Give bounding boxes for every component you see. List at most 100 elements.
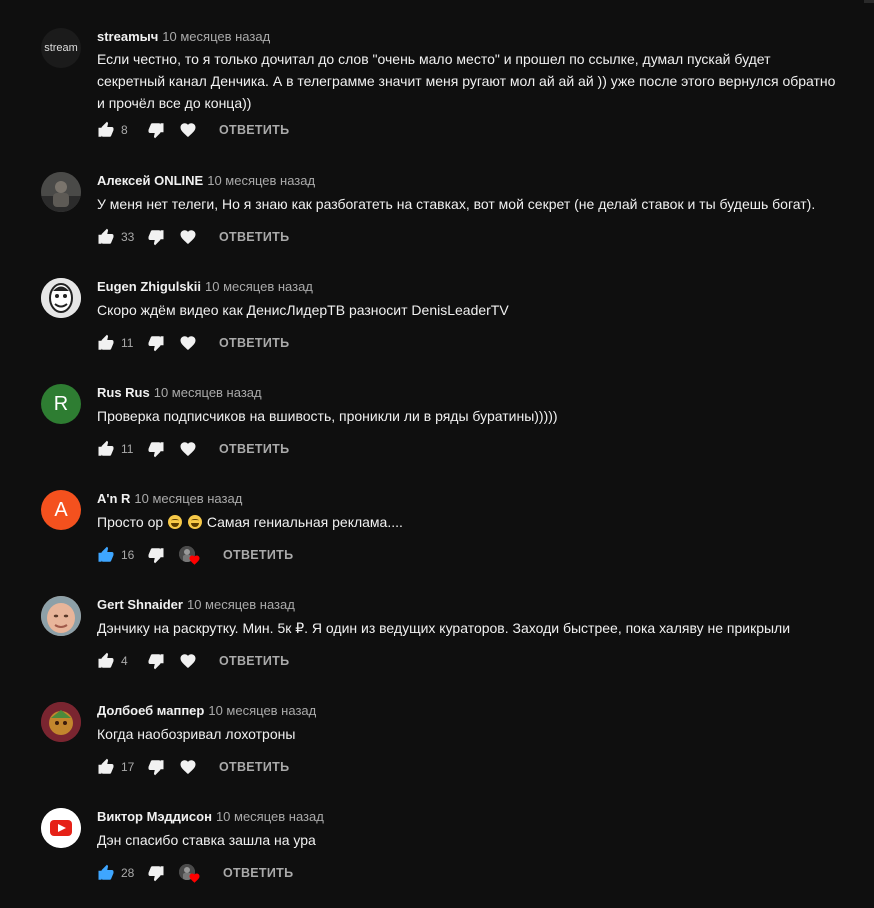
comment-text: Если честно, то я только дочитал до слов… [97, 51, 836, 111]
author-name[interactable]: Алексей ONLINE [97, 173, 203, 188]
red-heart-icon [189, 873, 200, 883]
author-name[interactable]: Rus Rus [97, 385, 150, 400]
avatar[interactable]: R [41, 384, 81, 424]
heart-icon[interactable] [179, 440, 197, 458]
avatar-photo [41, 596, 81, 636]
author-name[interactable]: streamыч [97, 29, 158, 44]
comment-time[interactable]: 10 месяцев назад [162, 29, 270, 44]
like-icon[interactable] [97, 121, 115, 139]
like-count: 28 [121, 866, 135, 880]
avatar-photo [41, 172, 81, 212]
avatar[interactable] [41, 172, 81, 212]
top-edge [0, 0, 874, 6]
comment-text: Скоро ждём видео как ДенисЛидерТВ разнос… [97, 302, 509, 318]
reply-button[interactable]: ОТВЕТИТЬ [219, 230, 289, 244]
avatar[interactable]: A [41, 490, 81, 530]
creator-heart-badge[interactable] [179, 544, 201, 566]
dislike-icon[interactable] [147, 440, 165, 458]
laughing-emoji-icon [168, 515, 183, 529]
heart-icon[interactable] [179, 121, 197, 139]
avatar-photo [41, 278, 81, 318]
comment-text: Дэн спасибо ставка зашла на ура [97, 832, 316, 848]
avatar[interactable] [41, 808, 81, 848]
comment-actions: 16 ОТВЕТИТЬ [97, 543, 293, 567]
laughing-emoji-icon [187, 515, 202, 529]
reply-button[interactable]: ОТВЕТИТЬ [219, 654, 289, 668]
comment-actions: 8 ОТВЕТИТЬ [97, 118, 289, 142]
dislike-icon[interactable] [147, 758, 165, 776]
heart-icon[interactable] [179, 228, 197, 246]
youtube-logo-icon [41, 808, 81, 848]
like-count: 11 [121, 336, 134, 350]
comment-time[interactable]: 10 месяцев назад [216, 809, 324, 824]
comment-text: У меня нет телеги, Но я знаю как разбога… [97, 196, 816, 212]
dislike-icon[interactable] [147, 228, 165, 246]
author-name[interactable]: Eugen Zhigulskii [97, 279, 201, 294]
author-name[interactable]: Gert Shnaider [97, 597, 183, 612]
comment-header: Gert Shnaider 10 месяцев назад [97, 596, 295, 614]
dislike-icon[interactable] [147, 334, 165, 352]
comment-header: Eugen Zhigulskii 10 месяцев назад [97, 278, 313, 296]
comment-text: Когда наобозривал лохотроны [97, 726, 296, 742]
avatar[interactable] [41, 596, 81, 636]
like-icon[interactable] [97, 440, 115, 458]
author-name[interactable]: Виктор Мэддисон [97, 809, 212, 824]
avatar[interactable] [41, 702, 81, 742]
comment-time[interactable]: 10 месяцев назад [207, 173, 315, 188]
heart-icon[interactable] [179, 758, 197, 776]
comment-time[interactable]: 10 месяцев назад [208, 703, 316, 718]
like-count: 4 [121, 654, 128, 668]
comment-header: A'n R 10 месяцев назад [97, 490, 242, 508]
avatar-letter: R [53, 392, 69, 415]
comment-header: Виктор Мэддисон 10 месяцев назад [97, 808, 324, 826]
comment-time[interactable]: 10 месяцев назад [205, 279, 313, 294]
comment-actions: 4 ОТВЕТИТЬ [97, 649, 289, 673]
like-icon[interactable] [97, 334, 115, 352]
comment-header: Алексей ONLINE 10 месяцев назад [97, 172, 315, 190]
comment-actions: 11 ОТВЕТИТЬ [97, 437, 289, 461]
dislike-icon[interactable] [147, 121, 165, 139]
dislike-icon[interactable] [147, 546, 165, 564]
like-count: 17 [121, 760, 135, 774]
comment-header: Долбоеб маппер 10 месяцев назад [97, 702, 316, 720]
comment-text: Дэнчику на раскрутку. Мин. 5к ₽. Я один … [97, 620, 791, 636]
avatar[interactable]: stream [41, 28, 81, 68]
comment-actions: 28 ОТВЕТИТЬ [97, 861, 293, 885]
reply-button[interactable]: ОТВЕТИТЬ [223, 866, 293, 880]
author-name[interactable]: Долбоеб маппер [97, 703, 204, 718]
comment-time[interactable]: 10 месяцев назад [187, 597, 295, 612]
like-icon[interactable] [97, 758, 115, 776]
comment-text-end: Самая гениальная реклама.... [206, 514, 403, 530]
avatar-letter: A [54, 498, 68, 521]
like-count: 11 [121, 442, 134, 456]
like-count: 8 [121, 123, 128, 137]
reply-button[interactable]: ОТВЕТИТЬ [219, 123, 289, 137]
like-icon[interactable] [97, 546, 115, 564]
avatar[interactable] [41, 278, 81, 318]
comment-header: Rus Rus 10 месяцев назад [97, 384, 262, 402]
comment-header: streamыч 10 месяцев назад [97, 28, 270, 46]
author-name[interactable]: A'n R [97, 491, 130, 506]
comment-actions: 17 ОТВЕТИТЬ [97, 755, 289, 779]
reply-button[interactable]: ОТВЕТИТЬ [219, 336, 289, 350]
like-icon[interactable] [97, 652, 115, 670]
like-icon[interactable] [97, 864, 115, 882]
reply-button[interactable]: ОТВЕТИТЬ [223, 548, 293, 562]
dislike-icon[interactable] [147, 652, 165, 670]
comment-time[interactable]: 10 месяцев назад [154, 385, 262, 400]
comment-text: Просто ор Самая гениальная реклама.... [97, 511, 842, 533]
reply-button[interactable]: ОТВЕТИТЬ [219, 442, 289, 456]
red-heart-icon [189, 555, 200, 565]
comment-text-start: Просто ор [97, 514, 164, 530]
heart-icon[interactable] [179, 334, 197, 352]
dislike-icon[interactable] [147, 864, 165, 882]
heart-icon[interactable] [179, 652, 197, 670]
like-count: 33 [121, 230, 135, 244]
comment-time[interactable]: 10 месяцев назад [134, 491, 242, 506]
avatar-text: stream [44, 42, 78, 54]
like-count: 16 [121, 548, 135, 562]
reply-button[interactable]: ОТВЕТИТЬ [219, 760, 289, 774]
comment-actions: 33 ОТВЕТИТЬ [97, 225, 289, 249]
like-icon[interactable] [97, 228, 115, 246]
creator-heart-badge[interactable] [179, 862, 201, 884]
